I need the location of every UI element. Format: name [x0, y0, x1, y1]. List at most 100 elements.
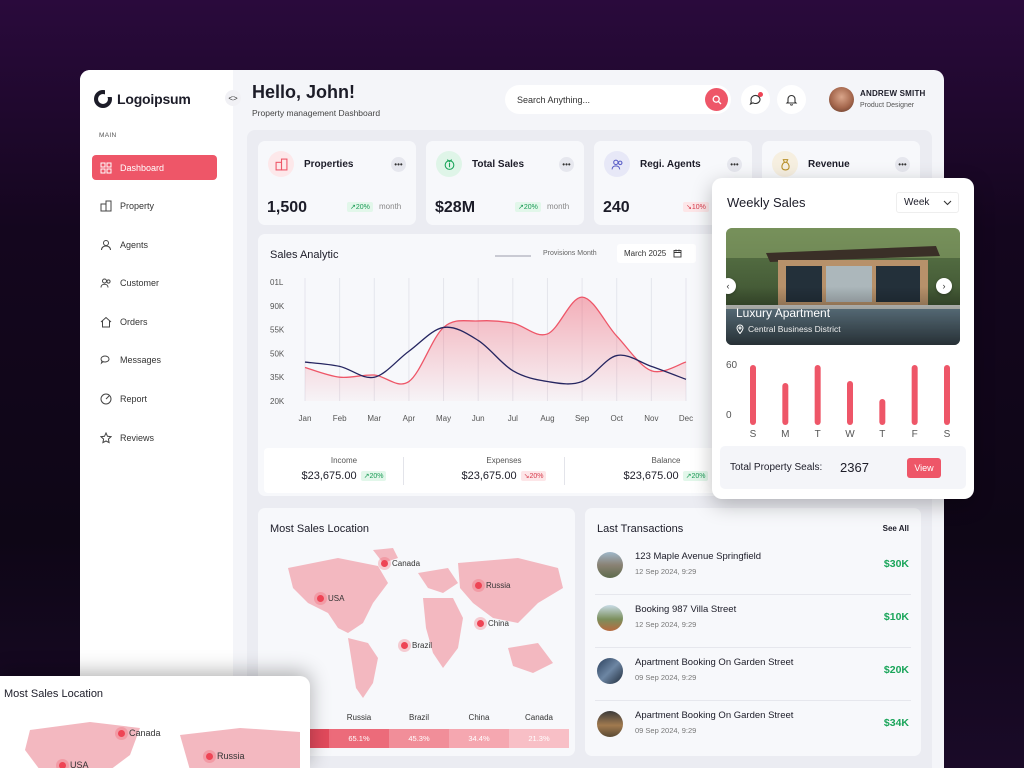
sidebar: Logoipsum MAIN Dashboard Property Agents…	[80, 70, 233, 768]
map-label: Canada	[392, 559, 421, 568]
bar	[814, 365, 821, 425]
chevron-down-icon	[944, 200, 952, 205]
property-thumbnail	[597, 658, 623, 684]
stat-card-properties[interactable]: Properties ••• 1,500 ↗20% month	[258, 141, 416, 225]
more-button[interactable]: •••	[895, 157, 910, 172]
building-icon	[275, 158, 287, 170]
sidebar-item-report[interactable]: Report	[92, 387, 217, 412]
money-icon	[444, 158, 454, 170]
x-tick-label: F	[912, 429, 918, 440]
stat-icon-wrap	[436, 151, 462, 177]
x-tick-label: S	[750, 429, 757, 440]
x-tick-label: Jul	[508, 414, 518, 423]
map-marker[interactable]	[59, 762, 66, 768]
x-tick-label: M	[781, 429, 789, 440]
total-value: $23,675.00	[623, 470, 679, 482]
property-thumbnail	[597, 552, 623, 578]
property-thumbnail	[597, 711, 623, 737]
property-title: Luxury Apartment	[736, 306, 831, 320]
bar	[847, 381, 853, 425]
panel-title: Last Transactions	[597, 523, 684, 535]
map-marker[interactable]	[381, 560, 388, 567]
panel-title: Sales Analytic	[270, 249, 339, 261]
carousel-next-button[interactable]: ›	[936, 278, 952, 294]
notification-dot	[758, 92, 763, 97]
legend-label: Provisions Month	[543, 250, 597, 257]
see-all-link[interactable]: See All	[883, 524, 909, 533]
map-marker[interactable]	[475, 582, 482, 589]
transaction-title: Apartment Booking On Garden Street	[635, 657, 794, 668]
total-label: Total Property Seals:	[730, 462, 823, 473]
card-title: Most Sales Location	[4, 688, 104, 700]
collapse-sidebar-button[interactable]: <>	[225, 90, 241, 106]
view-button[interactable]: View	[907, 458, 941, 478]
card-title: Weekly Sales	[727, 195, 806, 210]
bag-icon	[780, 158, 790, 170]
stat-card-total-sales[interactable]: Total Sales ••• $28M ↗20% month	[426, 141, 584, 225]
divider	[595, 594, 911, 595]
sidebar-item-orders[interactable]: Orders	[92, 309, 217, 334]
home-icon	[100, 316, 112, 328]
map-marker[interactable]	[477, 620, 484, 627]
page-title: Hello, John!	[252, 82, 355, 102]
avatar[interactable]	[829, 87, 854, 112]
y-tick-label: 0	[726, 410, 732, 421]
legend-swatch	[495, 255, 531, 257]
brand-logo[interactable]: Logoipsum	[94, 90, 191, 108]
map-marker[interactable]	[317, 595, 324, 602]
sidebar-item-agents[interactable]: Agents	[92, 232, 217, 257]
map-marker[interactable]	[401, 642, 408, 649]
month-picker[interactable]: March 2025	[617, 244, 696, 263]
logo-icon	[94, 90, 112, 108]
transaction-date: 09 Sep 2024, 9:29	[635, 726, 697, 735]
transaction-row[interactable]: 123 Maple Avenue Springfield 12 Sep 2024…	[595, 543, 911, 595]
stat-change-badge: ↗20%	[515, 202, 541, 212]
total-change-badge: ↗20%	[682, 471, 709, 481]
search-button[interactable]	[705, 88, 728, 111]
stat-value: 240	[603, 199, 630, 216]
x-tick-label: Oct	[611, 414, 624, 423]
sidebar-item-customer[interactable]: Customer	[92, 271, 217, 296]
search-input[interactable]: Search Anything...	[505, 85, 731, 114]
more-button[interactable]: •••	[391, 157, 406, 172]
nav-section-label: MAIN	[99, 132, 117, 139]
sidebar-item-label: Report	[120, 394, 148, 405]
more-button[interactable]: •••	[727, 157, 742, 172]
transaction-row[interactable]: Apartment Booking On Garden Street 09 Se…	[595, 702, 911, 754]
sidebar-item-messages[interactable]: Messages	[92, 348, 217, 373]
transaction-row[interactable]: Apartment Booking On Garden Street 09 Se…	[595, 649, 911, 701]
property-location: Central Business District	[748, 324, 841, 334]
bar	[944, 365, 950, 425]
x-tick-label: T	[815, 429, 821, 440]
stat-unit: month	[379, 202, 402, 211]
transaction-date: 12 Sep 2024, 9:29	[635, 567, 697, 576]
sidebar-item-reviews[interactable]: Reviews	[92, 425, 217, 450]
sidebar-item-dashboard[interactable]: Dashboard	[92, 155, 217, 180]
period-select[interactable]: Week	[896, 192, 959, 213]
x-tick-label: May	[436, 414, 451, 423]
sidebar-item-label: Customer	[120, 278, 160, 289]
users-icon	[611, 159, 622, 169]
search-icon	[712, 95, 721, 104]
x-tick-label: Sep	[575, 414, 590, 423]
sidebar-item-label: Property	[120, 201, 155, 212]
country-share-bar: 34.4%	[449, 729, 509, 748]
page-subtitle: Property management Dashboard	[252, 108, 381, 118]
sidebar-item-property[interactable]: Property	[92, 194, 217, 219]
sidebar-item-label: Orders	[120, 316, 148, 327]
messages-button[interactable]	[741, 85, 770, 114]
notifications-button[interactable]	[777, 85, 806, 114]
x-tick-label: S	[944, 429, 951, 440]
sidebar-nav: Dashboard Property Agents Customer Order…	[92, 155, 217, 464]
y-tick-label: 60	[726, 360, 738, 371]
y-tick-label: 01L	[270, 278, 284, 287]
agent-icon	[101, 239, 111, 250]
transaction-row[interactable]: Booking 987 Villa Street 12 Sep 2024, 9:…	[595, 596, 911, 648]
map-marker[interactable]	[206, 753, 213, 760]
property-image[interactable]: ‹ › Luxury Apartment Central Business Di…	[726, 228, 960, 345]
stat-value: $28M	[435, 199, 476, 216]
more-button[interactable]: •••	[559, 157, 574, 172]
map-marker[interactable]	[118, 730, 125, 737]
x-tick-label: Feb	[333, 414, 347, 423]
map-label: Russia	[486, 581, 511, 590]
